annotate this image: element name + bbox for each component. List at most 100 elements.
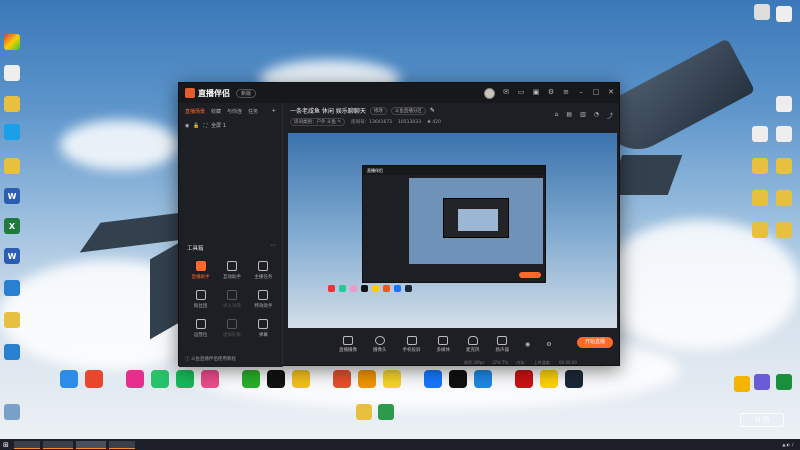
maximize-icon[interactable]: □ <box>592 88 600 96</box>
folder-icon[interactable] <box>752 222 768 238</box>
app-icon[interactable] <box>540 370 558 388</box>
computer-icon[interactable] <box>4 280 20 296</box>
file-icon[interactable] <box>4 65 20 81</box>
gift-icon[interactable]: ⌂ <box>555 111 559 120</box>
app-icon[interactable] <box>754 374 770 390</box>
scene-item[interactable]: ◉ 🔓 ⛶ 全屏 1 <box>179 120 282 131</box>
taskbar-item[interactable] <box>14 440 40 449</box>
eye-icon[interactable]: ◉ <box>525 341 530 348</box>
edit-icon[interactable]: ✎ <box>430 107 435 114</box>
settings-icon[interactable]: ⚙ <box>547 88 555 96</box>
minimize-icon[interactable]: – <box>577 88 585 96</box>
tool-danmaku[interactable]: 弹幕 <box>248 319 279 338</box>
folder-icon[interactable] <box>4 158 20 174</box>
network-icon[interactable] <box>4 344 20 360</box>
speaker-button[interactable]: 扬声器 <box>496 335 509 353</box>
app-shortcut-icon[interactable] <box>85 370 103 388</box>
file-icon[interactable] <box>776 6 792 22</box>
folder-icon[interactable] <box>4 312 20 328</box>
ie-icon[interactable] <box>474 370 492 388</box>
live-icon[interactable] <box>358 370 376 388</box>
app-p-icon[interactable] <box>4 124 20 140</box>
game-icon[interactable] <box>292 370 310 388</box>
bag-icon[interactable]: ▥ <box>580 111 586 120</box>
mic-button[interactable]: 麦克风 <box>466 335 480 353</box>
lala-icon[interactable] <box>126 370 144 388</box>
file-icon[interactable] <box>776 96 792 112</box>
phone-cast-button[interactable]: 手机投屏 <box>403 335 421 353</box>
tool-import[interactable]: 导入场景 <box>216 290 247 309</box>
tool-task[interactable]: 主播任务 <box>248 261 279 280</box>
app-icon[interactable] <box>383 370 401 388</box>
screen-capture-button[interactable]: 直播摄像 <box>339 335 357 353</box>
close-icon[interactable]: ✕ <box>607 88 615 96</box>
file-icon[interactable] <box>776 126 792 142</box>
media-button[interactable]: 多媒体 <box>437 335 450 353</box>
tutorial-link[interactable]: ⓘ 斗鱼直播伴侣使用教程 <box>185 356 236 362</box>
word-icon[interactable]: W <box>4 248 20 264</box>
screen-icon[interactable]: ▣ <box>532 88 540 96</box>
share-icon[interactable]: ⤴ <box>607 111 613 120</box>
tool-live-assist[interactable]: 直播助手 <box>185 261 216 280</box>
tab-tasks[interactable]: 任务 <box>248 108 258 115</box>
chrome-icon[interactable] <box>4 34 20 50</box>
tab-connect[interactable]: 与你连 <box>227 108 242 115</box>
more-icon[interactable]: ⋯ <box>270 242 276 249</box>
tool-ops[interactable]: 运营位 <box>185 319 216 338</box>
stream-title[interactable]: 一条老咸鱼 休闲 娱乐聊聊天 <box>290 106 366 115</box>
message-icon[interactable]: ✉ <box>502 88 510 96</box>
folder-icon[interactable] <box>776 222 792 238</box>
tab-favorites[interactable]: 收藏 <box>211 108 221 115</box>
app-shortcut-icon[interactable] <box>60 370 78 388</box>
app-icon[interactable] <box>734 376 750 392</box>
app-icon[interactable] <box>378 404 394 420</box>
record-icon[interactable]: ▤ <box>566 111 572 120</box>
gear-icon[interactable]: ⚙ <box>546 341 551 348</box>
iqiyi-icon[interactable] <box>176 370 194 388</box>
room-category[interactable]: 房间类别：户外 斗鱼 ✎ <box>290 118 346 126</box>
wechat-icon[interactable] <box>242 370 260 388</box>
edit-title-pill[interactable]: 修改 <box>369 106 387 115</box>
tool-effect[interactable]: 特效助手 <box>248 290 279 309</box>
qq-icon[interactable] <box>267 370 285 388</box>
bell-icon[interactable]: ◔ <box>594 111 599 120</box>
avatar[interactable] <box>484 88 495 99</box>
category-pill[interactable]: 斗鱼直播分区 <box>390 106 426 115</box>
game-icon[interactable] <box>515 370 533 388</box>
kugou-icon[interactable] <box>424 370 442 388</box>
folder-icon[interactable] <box>752 190 768 206</box>
tab-scenes[interactable]: 直播场景 <box>185 108 205 115</box>
version-pill[interactable]: 新版 <box>236 88 257 98</box>
folder-icon[interactable] <box>752 158 768 174</box>
video-icon[interactable] <box>201 370 219 388</box>
app-icon[interactable] <box>776 374 792 390</box>
taskbar-item[interactable] <box>76 440 106 449</box>
taskbar-item[interactable] <box>43 440 73 449</box>
system-tray[interactable]: ▲ ◐ ♪ <box>782 442 794 447</box>
chat-icon[interactable]: ▭ <box>517 88 525 96</box>
word-icon[interactable]: W <box>4 188 20 204</box>
file-icon[interactable] <box>752 126 768 142</box>
tool-fans[interactable]: 粉丝团 <box>185 290 216 309</box>
add-scene-icon[interactable]: + <box>272 108 276 115</box>
start-menu-icon[interactable]: ⊞ <box>3 441 11 449</box>
tool-interact[interactable]: 互动助手 <box>216 261 247 280</box>
steam-icon[interactable] <box>565 370 583 388</box>
camera-button[interactable]: 摄像头 <box>373 335 387 353</box>
start-live-button[interactable]: 开始直播 <box>577 337 613 348</box>
folder-icon[interactable] <box>776 158 792 174</box>
file-icon[interactable] <box>754 4 770 20</box>
taskbar-item[interactable] <box>109 440 135 449</box>
play-icon[interactable] <box>151 370 169 388</box>
menu-icon[interactable]: ≡ <box>562 88 570 96</box>
folder-icon[interactable] <box>356 404 372 420</box>
folder-icon[interactable] <box>776 190 792 206</box>
recycle-bin-icon[interactable] <box>4 404 20 420</box>
lock-icon[interactable]: 🔓 <box>193 123 199 129</box>
folder-icon[interactable] <box>4 96 20 112</box>
stream-preview[interactable]: 直播伴侣 <box>288 133 617 328</box>
douyu-icon[interactable] <box>333 370 351 388</box>
tool-avatar[interactable]: 虚拟形象 <box>216 319 247 338</box>
tiktok-icon[interactable] <box>449 370 467 388</box>
eye-icon[interactable]: ◉ <box>185 123 189 129</box>
